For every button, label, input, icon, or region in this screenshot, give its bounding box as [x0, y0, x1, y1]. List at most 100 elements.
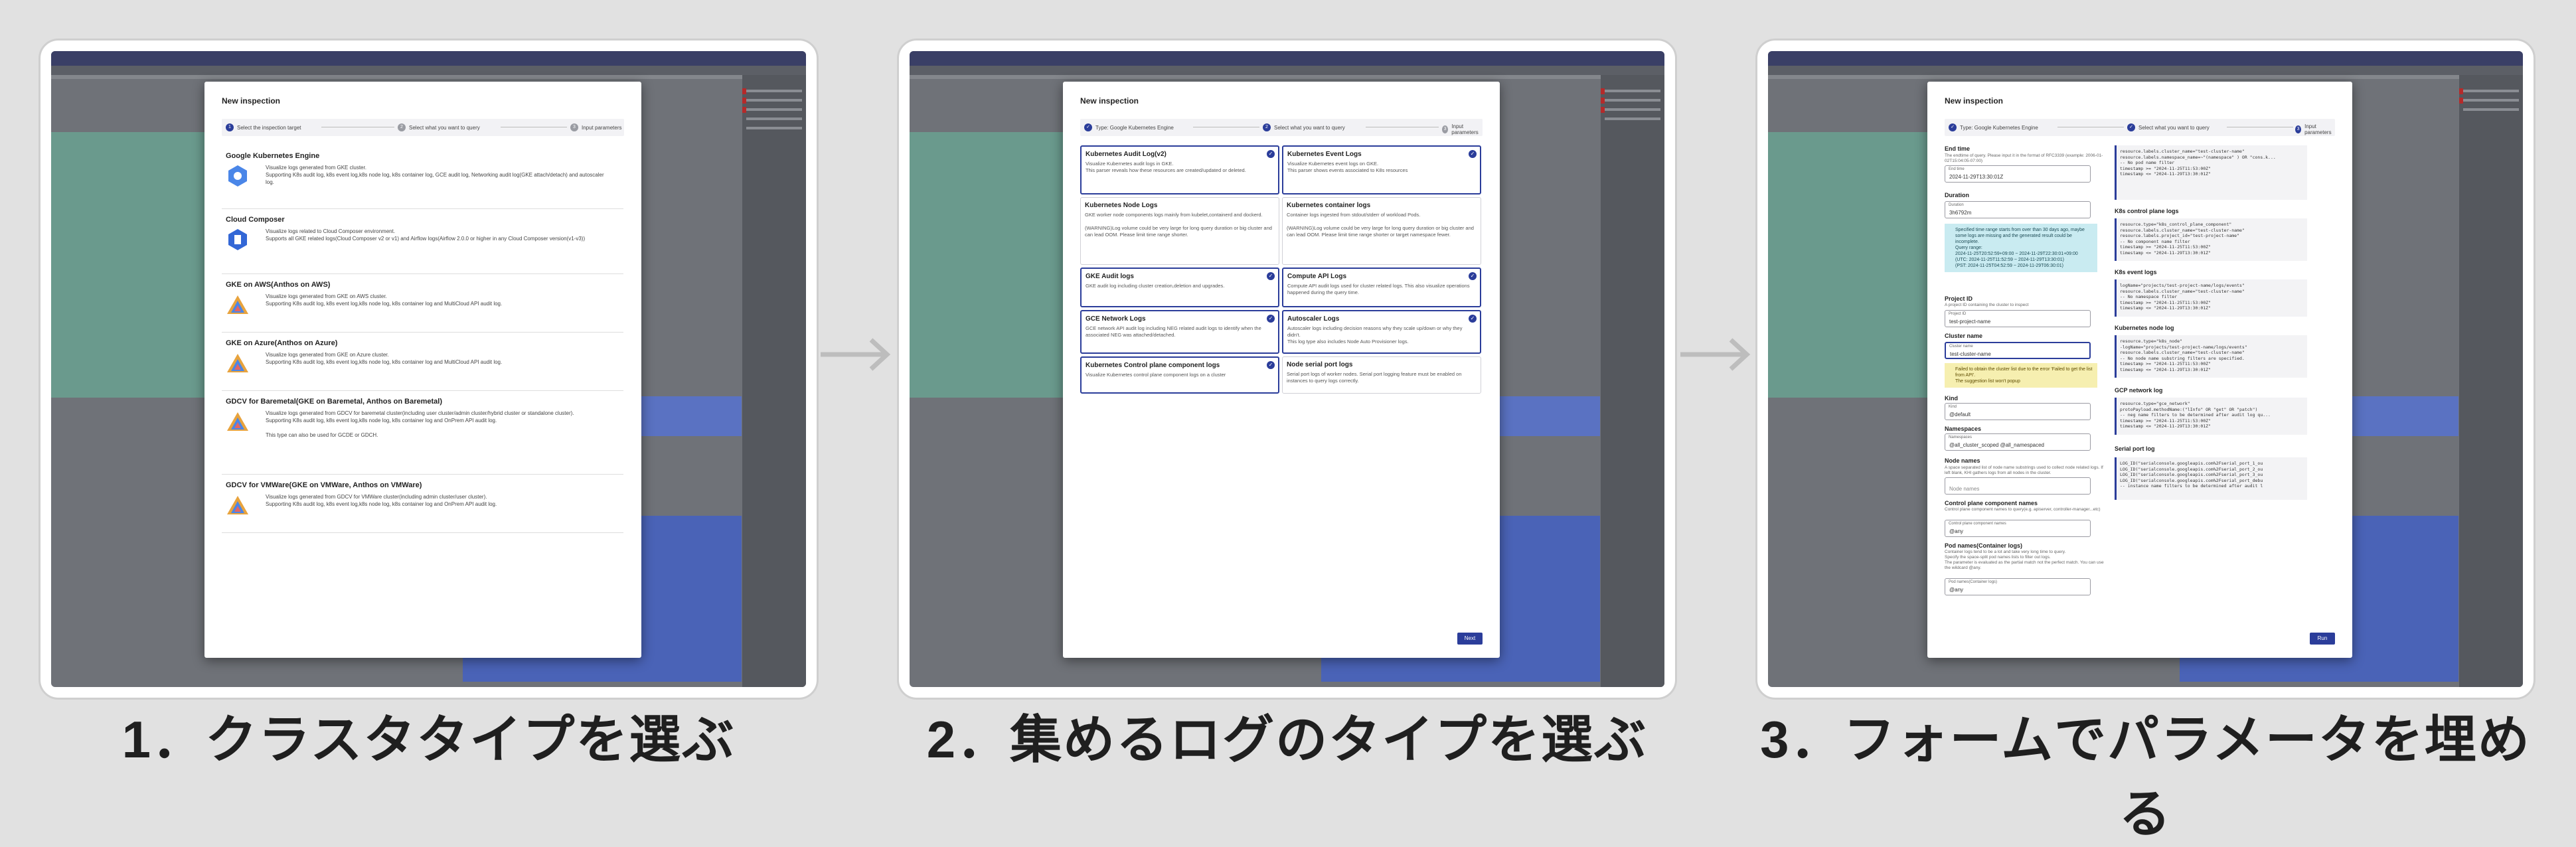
- caption-step3: 3．フォームでパラメータを埋める: [1760, 710, 2531, 843]
- pod-names-field[interactable]: Pod names(Container logs) @any: [1945, 578, 2091, 595]
- cluster-desc: Visualize logs generated from GDCV for V…: [266, 494, 497, 507]
- step-2-number: 2: [1263, 123, 1271, 131]
- log-card-autoscaler[interactable]: Autoscaler Logs Autoscaler logs including…: [1282, 310, 1481, 354]
- kind-value: @default: [1949, 412, 1971, 418]
- step-3-number: 3: [570, 123, 578, 131]
- control-plane-label: Control plane component names: [1945, 500, 2038, 506]
- cluster-composer[interactable]: Cloud Composer Visualize logs related to…: [222, 212, 623, 274]
- query-line: resource.labels.cluster_name="test-clust…: [2120, 149, 2245, 154]
- log-card-k8s-event[interactable]: Kubernetes Event Logs Visualize Kubernete…: [1282, 145, 1481, 194]
- card-desc: Compute API audit logs used for cluster …: [1287, 283, 1470, 295]
- caption-step2: 2．集めるログのタイプを選ぶ: [926, 710, 1648, 769]
- card-desc: GKE audit log including cluster creation…: [1086, 283, 1225, 289]
- query-line: -- instance name filters to be determine…: [2120, 483, 2263, 489]
- card-title: Kubernetes container logs: [1287, 202, 1371, 209]
- query-line: -- neg name filters to be determined aft…: [2120, 412, 2271, 418]
- log-card-k8s-audit[interactable]: Kubernetes Audit Log(v2) Visualize Kubern…: [1080, 145, 1279, 194]
- step-1: ✓ Type: Google Kubernetes Engine: [1084, 123, 1174, 131]
- node-names-label: Node names: [1945, 457, 1980, 464]
- check-icon: ✓: [1267, 150, 1275, 158]
- node-names-field[interactable]: Node names: [1945, 477, 2091, 495]
- pod-names-hint: Container logs tend to be a lot and take…: [1945, 550, 2104, 570]
- log-list-panel: [2459, 75, 2523, 687]
- cluster-gke[interactable]: Google Kubernetes Engine Visualize logs …: [222, 148, 623, 209]
- log-card-k8s-container[interactable]: Kubernetes container logs Container logs …: [1282, 197, 1481, 265]
- caption-step1: 1．クラスタタイプを選ぶ: [121, 710, 736, 769]
- step-1-label: Type: Google Kubernetes Engine: [1095, 124, 1174, 131]
- query-line: timestamp <= "2024-11-29T13:30:01Z": [2120, 366, 2211, 372]
- card-title: GCE Network Logs: [1086, 315, 1146, 323]
- namespaces-field[interactable]: Namespaces @all_cluster_scoped @all_names…: [1945, 433, 2091, 451]
- query-line: resource.type="k8s_control_plane_compone…: [2120, 222, 2232, 227]
- node-names-placeholder: Node names: [1949, 486, 1980, 492]
- duration-field[interactable]: Duration 3h6792m: [1945, 201, 2091, 218]
- query-section-title: K8s event logs: [2115, 269, 2157, 275]
- control-plane-field[interactable]: Control plane component names @any: [1945, 520, 2091, 537]
- cluster-title: Google Kubernetes Engine: [226, 152, 320, 160]
- project-id-value: test-project-name: [1949, 319, 1991, 325]
- check-icon: ✓: [1267, 315, 1275, 323]
- cluster-desc: Visualize logs generated from GKE cluste…: [266, 165, 604, 185]
- arrow-right-icon: [821, 338, 891, 371]
- field-tag: Project ID: [1949, 312, 1967, 316]
- field-tag: Control plane component names: [1949, 522, 2006, 526]
- cluster-azure[interactable]: GKE on Azure(Anthos on Azure) Visualize …: [222, 335, 623, 391]
- control-plane-hint: Control plane component names to query(e…: [1945, 507, 2101, 512]
- anthos-icon: [227, 295, 248, 314]
- stepper: ✓ Type: Google Kubernetes Engine 2 Select …: [1080, 119, 1483, 136]
- log-card-compute-api[interactable]: Compute API Logs Compute API audit logs u…: [1282, 268, 1481, 307]
- step-2: ✓ Select what you want to query: [2127, 123, 2210, 131]
- end-time-field[interactable]: End time 2024-11-29T13:30:01Z: [1945, 165, 2091, 183]
- card-title: Compute API Logs: [1287, 273, 1347, 280]
- cluster-label: Cluster name: [1945, 333, 1983, 339]
- step2-panel: New inspection ✓ Type: Google Kubernetes …: [897, 38, 1677, 700]
- new-inspection-dialog: New inspection ✓ Type: Google Kubernetes …: [1063, 82, 1500, 658]
- cluster-title: GKE on AWS(Anthos on AWS): [226, 281, 331, 289]
- log-card-gke-audit[interactable]: GKE Audit logs GKE audit log including cl…: [1080, 268, 1279, 307]
- new-inspection-dialog: New inspection ✓ Type: Google Kubernetes …: [1927, 82, 2352, 658]
- query-line: -- No namespace filter: [2120, 294, 2178, 299]
- run-button[interactable]: Run: [2310, 633, 2335, 645]
- query-preview-event: logName="projects/test-project-name/logs…: [2115, 279, 2307, 317]
- cluster-vmware[interactable]: GDCV for VMWare(GKE on VMWare, Anthos on…: [222, 477, 623, 533]
- query-section-title: Kubernetes node log: [2115, 325, 2174, 331]
- log-list-panel: [1601, 75, 1664, 687]
- card-title: Node serial port logs: [1287, 361, 1353, 368]
- step-2-label: Select what you want to query: [2138, 124, 2210, 131]
- step-1-label: Type: Google Kubernetes Engine: [1960, 124, 2038, 131]
- log-card-control-plane[interactable]: Kubernetes Control plane component logs V…: [1080, 356, 1279, 394]
- cluster-name-field[interactable]: Cluster name test-cluster-name: [1945, 342, 2091, 359]
- query-range-info: Specified time range starts from over th…: [1945, 224, 2097, 272]
- check-icon: ✓: [1469, 315, 1477, 323]
- cluster-aws[interactable]: GKE on AWS(Anthos on AWS) Visualize logs…: [222, 277, 623, 333]
- card-desc: GKE worker node components logs mainly f…: [1085, 212, 1272, 238]
- step-3-label: Input parameters: [1451, 123, 1479, 135]
- query-line: resource.type="gce_network": [2120, 401, 2190, 406]
- step-3: 3 Input parameters: [570, 123, 621, 131]
- cluster-baremetal[interactable]: GDCV for Baremetal(GKE on Baremetal, Ant…: [222, 394, 623, 475]
- query-line: -- No pod name filter: [2120, 160, 2175, 165]
- anthos-icon: [227, 496, 248, 514]
- step3-panel: New inspection ✓ Type: Google Kubernetes …: [1755, 38, 2536, 700]
- card-title: Kubernetes Control plane component logs: [1086, 362, 1220, 369]
- log-card-serial-port[interactable]: Node serial port logs Serial port logs of…: [1282, 356, 1481, 394]
- anthos-icon: [227, 412, 248, 431]
- field-tag: Duration: [1949, 203, 1964, 207]
- cluster-desc: Visualize logs generated from GDCV for b…: [266, 410, 574, 438]
- query-preview-serial: LOG_ID("serialconsole.googleapis.com%2Fs…: [2115, 457, 2307, 500]
- check-icon: ✓: [2127, 123, 2135, 131]
- log-card-k8s-node[interactable]: Kubernetes Node Logs GKE worker node comp…: [1080, 197, 1279, 265]
- pod-names-label: Pod names(Container logs): [1945, 542, 2023, 549]
- query-section-title: GCP network log: [2115, 387, 2163, 394]
- card-desc: Visualize Kubernetes control plane compo…: [1086, 372, 1226, 378]
- card-title: Autoscaler Logs: [1287, 315, 1340, 323]
- query-line: timestamp >= "2024-11-25T11:53:00Z": [2120, 361, 2211, 366]
- card-title: Kubernetes Node Logs: [1085, 202, 1158, 209]
- stepper: ✓ Type: Google Kubernetes Engine ✓ Select …: [1945, 119, 2335, 136]
- kind-field[interactable]: Kind @default: [1945, 403, 2091, 420]
- next-button[interactable]: Next: [1457, 633, 1483, 645]
- log-card-gce-network[interactable]: GCE Network Logs GCE network API audit lo…: [1080, 310, 1279, 354]
- project-id-field[interactable]: Project ID test-project-name: [1945, 310, 2091, 327]
- field-tag: End time: [1949, 167, 1965, 171]
- query-preview-container: resource.labels.cluster_name="test-clust…: [2115, 145, 2307, 200]
